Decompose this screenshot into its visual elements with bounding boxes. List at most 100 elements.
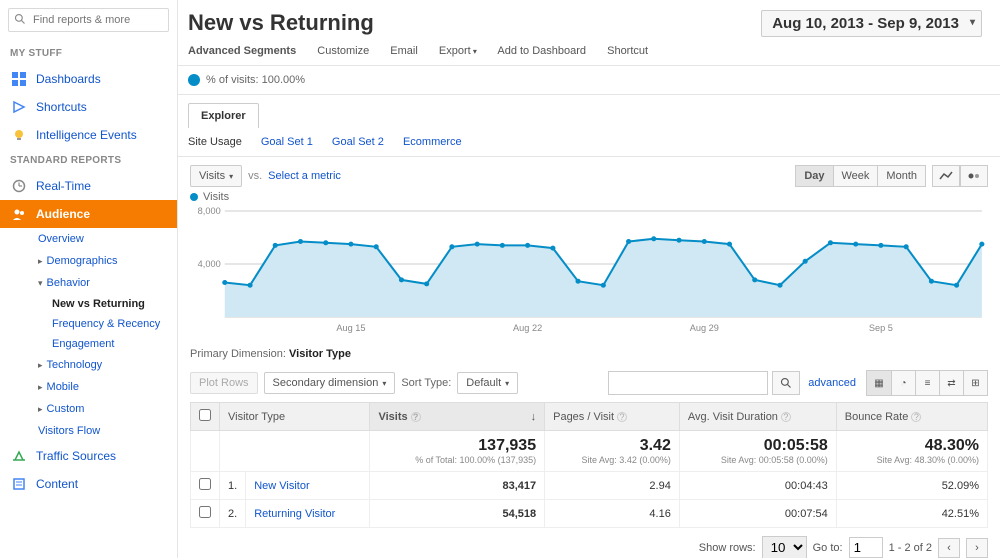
email-link[interactable]: Email (390, 45, 418, 57)
svg-text:Aug 22: Aug 22 (513, 323, 542, 333)
goto-input[interactable] (849, 537, 883, 558)
table-row: 2. Returning Visitor 54,518 4.16 00:07:5… (191, 500, 988, 528)
pager: Show rows: 10 Go to: 1 - 2 of 2 ‹ › (178, 528, 1000, 558)
sidebar-label: Traffic Sources (36, 449, 116, 463)
subnav-custom[interactable]: Custom (28, 398, 177, 420)
audience-subnav: Overview Demographics Behavior New vs Re… (0, 228, 177, 442)
view-bar-icon[interactable]: ≡ (915, 371, 939, 395)
svg-text:Sep 5: Sep 5 (869, 323, 893, 333)
sort-type-dropdown[interactable]: Default (457, 372, 518, 394)
legend-label: Visits (203, 191, 229, 203)
export-link[interactable]: Export (439, 45, 477, 57)
clock-icon (10, 179, 28, 193)
behavior-subnav: New vs Returning Frequency & Recency Eng… (28, 294, 177, 354)
select-all-checkbox[interactable] (199, 409, 211, 421)
granularity-week[interactable]: Week (834, 165, 879, 187)
row-checkbox[interactable] (199, 506, 211, 518)
table-search-button[interactable] (772, 371, 800, 395)
secondary-dimension-dropdown[interactable]: Secondary dimension (264, 372, 396, 394)
visitor-type-link[interactable]: New Visitor (254, 480, 309, 492)
col-visitor-type[interactable]: Visitor Type (220, 403, 370, 431)
metric-dropdown[interactable]: Visits (190, 165, 242, 187)
sort-type-label: Sort Type: (401, 377, 451, 389)
view-table-icon[interactable]: ▦ (867, 371, 891, 395)
subtabs-row: Site Usage Goal Set 1 Goal Set 2 Ecommer… (178, 128, 1000, 157)
subtab-goal2[interactable]: Goal Set 2 (332, 136, 384, 148)
sidebar-label: Content (36, 477, 78, 491)
subnav-demographics[interactable]: Demographics (28, 250, 177, 272)
sidebar-label: Shortcuts (36, 100, 87, 114)
subtab-site-usage[interactable]: Site Usage (188, 136, 242, 148)
sidebar-item-audience[interactable]: Audience (0, 200, 177, 228)
content-icon (10, 477, 28, 491)
date-range-picker[interactable]: Aug 10, 2013 - Sep 9, 2013 (761, 10, 982, 37)
main-content: New vs Returning Aug 10, 2013 - Sep 9, 2… (178, 0, 1000, 558)
primary-dimension-row: Primary Dimension: Visitor Type (178, 338, 1000, 366)
sidebar-label: Dashboards (36, 72, 101, 86)
advanced-segments-link[interactable]: Advanced Segments (188, 45, 296, 57)
leaf-new-vs-returning[interactable]: New vs Returning (42, 294, 177, 314)
sidebar: MY STUFF Dashboards Shortcuts Intelligen… (0, 0, 178, 558)
advanced-filter-link[interactable]: advanced (808, 377, 856, 389)
sidebar-label: Real-Time (36, 179, 91, 193)
sidebar-item-traffic-sources[interactable]: Traffic Sources (0, 442, 177, 470)
data-table: Visitor Type Visits? Pages / Visit? Avg.… (190, 402, 988, 528)
sidebar-item-intelligence[interactable]: Intelligence Events (0, 121, 177, 149)
traffic-icon (10, 449, 28, 463)
legend-dot-icon (190, 193, 198, 201)
visits-dot-icon (188, 74, 200, 86)
subnav-behavior[interactable]: Behavior (28, 272, 177, 294)
col-pages-visit[interactable]: Pages / Visit? (545, 403, 680, 431)
chart-type-line-icon[interactable] (932, 165, 960, 187)
svg-text:4,000: 4,000 (198, 259, 221, 269)
view-pivot-icon[interactable]: ⊞ (963, 371, 987, 395)
add-dashboard-link[interactable]: Add to Dashboard (497, 45, 586, 57)
chart-area: 4,0008,000Aug 15Aug 22Aug 29Sep 5 (178, 205, 1000, 338)
show-rows-select[interactable]: 10 (762, 536, 807, 558)
totals-row: 137,935% of Total: 100.00% (137,935) 3.4… (191, 431, 988, 472)
col-avg-duration[interactable]: Avg. Visit Duration? (679, 403, 836, 431)
vs-label: vs. (248, 170, 262, 182)
leaf-frequency[interactable]: Frequency & Recency (42, 314, 177, 334)
subtab-ecom[interactable]: Ecommerce (403, 136, 462, 148)
subtab-goal1[interactable]: Goal Set 1 (261, 136, 313, 148)
shortcut-link[interactable]: Shortcut (607, 45, 648, 57)
subnav-visitors-flow[interactable]: Visitors Flow (28, 420, 177, 442)
subnav-overview[interactable]: Overview (28, 228, 177, 250)
table-row: 1. New Visitor 83,417 2.94 00:04:43 52.0… (191, 472, 988, 500)
audience-icon (10, 207, 28, 221)
sidebar-label: Intelligence Events (36, 128, 137, 142)
view-comparison-icon[interactable]: ⇄ (939, 371, 963, 395)
chart-type-motion-icon[interactable] (960, 165, 988, 187)
shortcuts-icon (10, 100, 28, 114)
sidebar-item-realtime[interactable]: Real-Time (0, 172, 177, 200)
view-pie-icon[interactable]: ◔ (891, 371, 915, 395)
pager-next-button[interactable]: › (966, 538, 988, 558)
subnav-technology[interactable]: Technology (28, 354, 177, 376)
select-metric-link[interactable]: Select a metric (268, 170, 341, 182)
table-search-input[interactable] (608, 371, 768, 395)
pager-prev-button[interactable]: ‹ (938, 538, 960, 558)
visitor-type-link[interactable]: Returning Visitor (254, 508, 335, 520)
customize-link[interactable]: Customize (317, 45, 369, 57)
search-input[interactable] (8, 8, 169, 32)
col-visits[interactable]: Visits? (370, 403, 545, 431)
percent-visits-row: % of visits: 100.00% (178, 66, 1000, 95)
sidebar-section-mystuff: MY STUFF (0, 42, 177, 65)
percent-visits-text: % of visits: 100.00% (206, 74, 305, 86)
row-checkbox[interactable] (199, 478, 211, 490)
tab-explorer[interactable]: Explorer (188, 103, 259, 128)
sidebar-section-standard: STANDARD REPORTS (0, 149, 177, 172)
sidebar-item-shortcuts[interactable]: Shortcuts (0, 93, 177, 121)
goto-label: Go to: (813, 542, 843, 554)
show-rows-label: Show rows: (699, 542, 756, 554)
sidebar-item-content[interactable]: Content (0, 470, 177, 498)
sidebar-label: Audience (36, 207, 90, 221)
granularity-day[interactable]: Day (795, 165, 833, 187)
granularity-month[interactable]: Month (878, 165, 926, 187)
subnav-mobile[interactable]: Mobile (28, 376, 177, 398)
col-bounce-rate[interactable]: Bounce Rate? (836, 403, 987, 431)
page-title: New vs Returning (188, 10, 374, 36)
leaf-engagement[interactable]: Engagement (42, 334, 177, 354)
sidebar-item-dashboards[interactable]: Dashboards (0, 65, 177, 93)
